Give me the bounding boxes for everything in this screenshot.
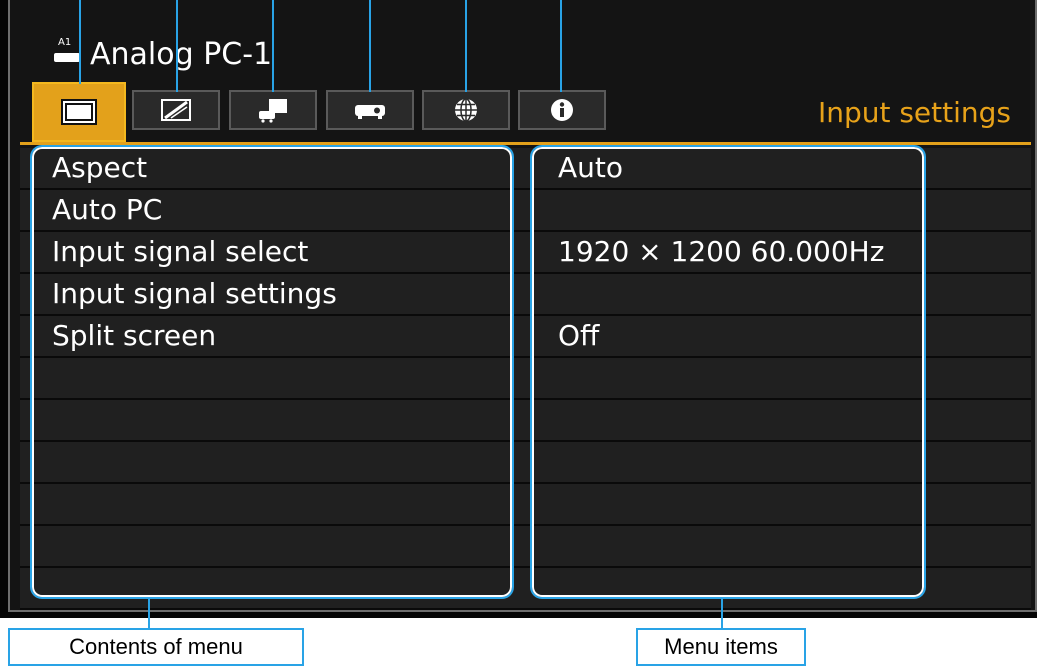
projector-menu-screen: A1 Analog PC-1 Input settings Aspect Aut… [0,0,1037,618]
image-adjust-icon [161,99,191,121]
menu-list: Aspect Auto Auto PC Input signal select … [20,148,1031,610]
monitor-icon [61,99,97,125]
callout-line-tab-1 [79,0,81,84]
callout-line-tab-4 [369,0,371,92]
screen-title: Input settings [817,96,1011,129]
tab-image-adjustment[interactable] [32,82,126,142]
menu-row-empty [20,526,1031,568]
callout-line-tab-5 [465,0,467,92]
contents-of-menu-label: Contents of menu [8,628,304,666]
menu-row[interactable]: Split screen Off [20,316,1031,358]
menu-row[interactable]: Input signal settings [20,274,1031,316]
input-source-code: A1 [58,37,72,48]
tab-network[interactable] [422,90,510,130]
menu-item-value: Auto [558,151,624,184]
menu-row[interactable]: Input signal select 1920 × 1200 60.000Hz [20,232,1031,274]
tab-information[interactable] [518,90,606,130]
menu-item-label: Aspect [52,151,148,184]
callout-line-tab-2 [176,0,178,92]
callout-line-tab-3 [272,0,274,92]
tab-system[interactable] [326,90,414,130]
menu-item-label: Input signal select [52,235,309,268]
callout-line-tab-6 [560,0,562,92]
menu-row-empty [20,400,1031,442]
globe-icon [455,98,477,122]
menu-item-label: Input signal settings [52,277,337,310]
menu-row-empty [20,568,1031,610]
callout-line-contents [148,597,150,629]
title-divider [20,142,1031,145]
input-source-name: Analog PC-1 [90,36,273,72]
menu-item-label: Split screen [52,319,217,352]
installation-icon [259,99,287,123]
menu-item-value: 1920 × 1200 60.000Hz [558,235,885,268]
callout-line-items [721,597,723,629]
tab-installation[interactable] [229,90,317,130]
tab-picture-adjustment[interactable] [132,90,220,130]
input-source-indicator: A1 Analog PC-1 [54,34,272,74]
menu-item-value: Off [558,319,600,352]
menu-row-empty [20,484,1031,526]
menu-item-label: Auto PC [52,193,163,226]
info-icon [551,99,573,121]
menu-row-empty [20,358,1031,400]
menu-row[interactable]: Aspect Auto [20,148,1031,190]
menu-row-empty [20,442,1031,484]
menu-row[interactable]: Auto PC [20,190,1031,232]
menu-items-label: Menu items [636,628,806,666]
projector-icon [355,105,385,119]
